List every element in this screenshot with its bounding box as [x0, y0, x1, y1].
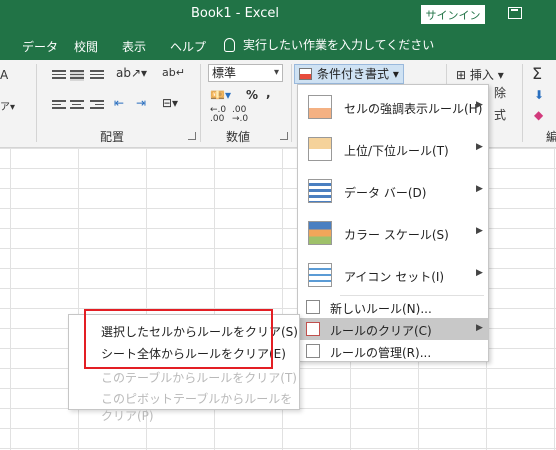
autosum-button[interactable]: Σ: [532, 64, 542, 83]
cf-button-label: 条件付き書式: [317, 67, 390, 81]
menu-item-highlight-cells-rules[interactable]: セルの強調表示ルール(H) ▶: [298, 87, 488, 127]
decrease-decimal-icon[interactable]: .00 →.0: [232, 106, 248, 124]
menu-item-label: ルールの管理(R)...: [330, 346, 432, 360]
delete-cells-fragment[interactable]: 除: [494, 84, 506, 101]
clear-rules-icon: [306, 322, 320, 336]
menu-item-color-scales[interactable]: カラー スケール(S) ▶: [298, 213, 488, 253]
align-left-icon[interactable]: [52, 100, 66, 111]
menu-item-icon-sets[interactable]: アイコン セット(I) ▶: [298, 255, 488, 295]
tab-review[interactable]: 校閲: [74, 38, 98, 55]
comma-button[interactable]: ,: [266, 86, 271, 100]
menu-item-data-bars[interactable]: データ バー(D) ▶: [298, 171, 488, 211]
menu-item-label: セルの強調表示ルール(H): [344, 102, 483, 116]
percent-button[interactable]: %: [246, 88, 258, 102]
format-cells-fragment[interactable]: 式: [494, 106, 506, 123]
highlight-cells-icon: [308, 95, 332, 119]
alignment-launcher-icon[interactable]: [188, 132, 196, 140]
currency-icon[interactable]: 💴▾: [210, 88, 231, 102]
conditional-formatting-icon: [299, 68, 312, 80]
lightbulb-icon: [224, 37, 235, 52]
group-separator: [291, 64, 292, 142]
tab-view[interactable]: 表示: [122, 38, 146, 55]
align-right-icon[interactable]: [90, 100, 104, 111]
signin-button[interactable]: サインイン: [421, 5, 485, 24]
increase-indent-icon[interactable]: ⇥: [136, 96, 146, 110]
ribbon-tabs: データ 校閲 表示 ヘルプ 実行したい作業を入力してください: [0, 30, 556, 60]
manage-rules-icon: [306, 344, 320, 358]
number-launcher-icon[interactable]: [280, 132, 288, 140]
title-bar: Book1 - Excel サインイン: [0, 0, 556, 30]
submenu-arrow-icon: ▶: [476, 226, 483, 236]
orientation-icon[interactable]: ab↗▾: [116, 66, 147, 80]
menu-item-label: 新しいルール(N)...: [330, 302, 432, 316]
ribbon-display-options-icon[interactable]: [508, 7, 522, 19]
clear-table-item: このテーブルからルールをクリア(T): [101, 371, 297, 385]
clear-eraser-icon[interactable]: ◆: [534, 108, 543, 122]
menu-item-label: カラー スケール(S): [344, 228, 449, 242]
align-top-icon[interactable]: [52, 70, 66, 81]
align-bottom-icon[interactable]: [90, 70, 104, 81]
menu-item-manage-rules[interactable]: ルールの管理(R)...: [298, 340, 488, 362]
editing-group-label-fragment: 編: [546, 130, 556, 144]
conditional-formatting-button[interactable]: 条件付き書式 ▾: [294, 64, 404, 84]
align-center-icon[interactable]: [70, 100, 84, 111]
submenu-arrow-icon: ▶: [476, 142, 483, 152]
menu-item-new-rule[interactable]: 新しいルール(N)...: [298, 296, 488, 318]
phonetic-icon[interactable]: ア▾: [0, 98, 15, 113]
alignment-group-label: 配置: [100, 130, 125, 144]
group-separator: [200, 64, 201, 142]
conditional-formatting-menu: セルの強調表示ルール(H) ▶ 上位/下位ルール(T) ▶ データ バー(D) …: [297, 84, 489, 362]
group-separator: [36, 64, 37, 142]
menu-item-label: 上位/下位ルール(T): [344, 144, 449, 158]
menu-item-label: ルールのクリア(C): [330, 324, 432, 338]
increase-font-icon[interactable]: A: [0, 68, 8, 82]
fill-icon[interactable]: ⬇: [534, 88, 544, 102]
tell-me-text: 実行したい作業を入力してください: [243, 38, 435, 52]
insert-label: 挿入: [469, 68, 494, 82]
tell-me-box[interactable]: 実行したい作業を入力してください: [224, 36, 434, 53]
menu-item-clear-rules[interactable]: ルールのクリア(C) ▶: [298, 318, 488, 340]
number-group-label: 数値: [226, 130, 251, 144]
tab-data[interactable]: データ: [22, 38, 58, 55]
align-middle-icon[interactable]: [70, 70, 84, 81]
increase-decimal-icon[interactable]: ←.0.00: [210, 106, 226, 124]
data-bars-icon: [308, 179, 332, 203]
submenu-arrow-icon: ▶: [476, 100, 483, 110]
icon-sets-icon: [308, 263, 332, 287]
submenu-arrow-icon: ▶: [476, 323, 483, 333]
decrease-indent-icon[interactable]: ⇤: [114, 96, 124, 110]
insert-cells-button[interactable]: ⊞ 挿入 ▾: [456, 66, 504, 83]
tab-help[interactable]: ヘルプ: [170, 38, 206, 55]
wrap-text-icon[interactable]: ab↵: [162, 66, 185, 79]
number-format-select[interactable]: 標準: [208, 64, 283, 82]
top-bottom-icon: [308, 137, 332, 161]
group-separator: [522, 64, 523, 142]
menu-item-label: データ バー(D): [344, 186, 427, 200]
window-title: Book1 - Excel: [190, 6, 280, 21]
clear-pivot-table-item: このピボットテーブルからルールをクリア(P): [101, 392, 293, 423]
submenu-arrow-icon: ▶: [476, 184, 483, 194]
submenu-arrow-icon: ▶: [476, 268, 483, 278]
color-scales-icon: [308, 221, 332, 245]
merge-center-icon[interactable]: ⊟▾: [162, 96, 178, 110]
menu-item-top-bottom-rules[interactable]: 上位/下位ルール(T) ▶: [298, 129, 488, 169]
new-rule-icon: [306, 300, 320, 314]
highlight-annotation-box: [84, 309, 273, 369]
menu-item-label: アイコン セット(I): [344, 270, 445, 284]
